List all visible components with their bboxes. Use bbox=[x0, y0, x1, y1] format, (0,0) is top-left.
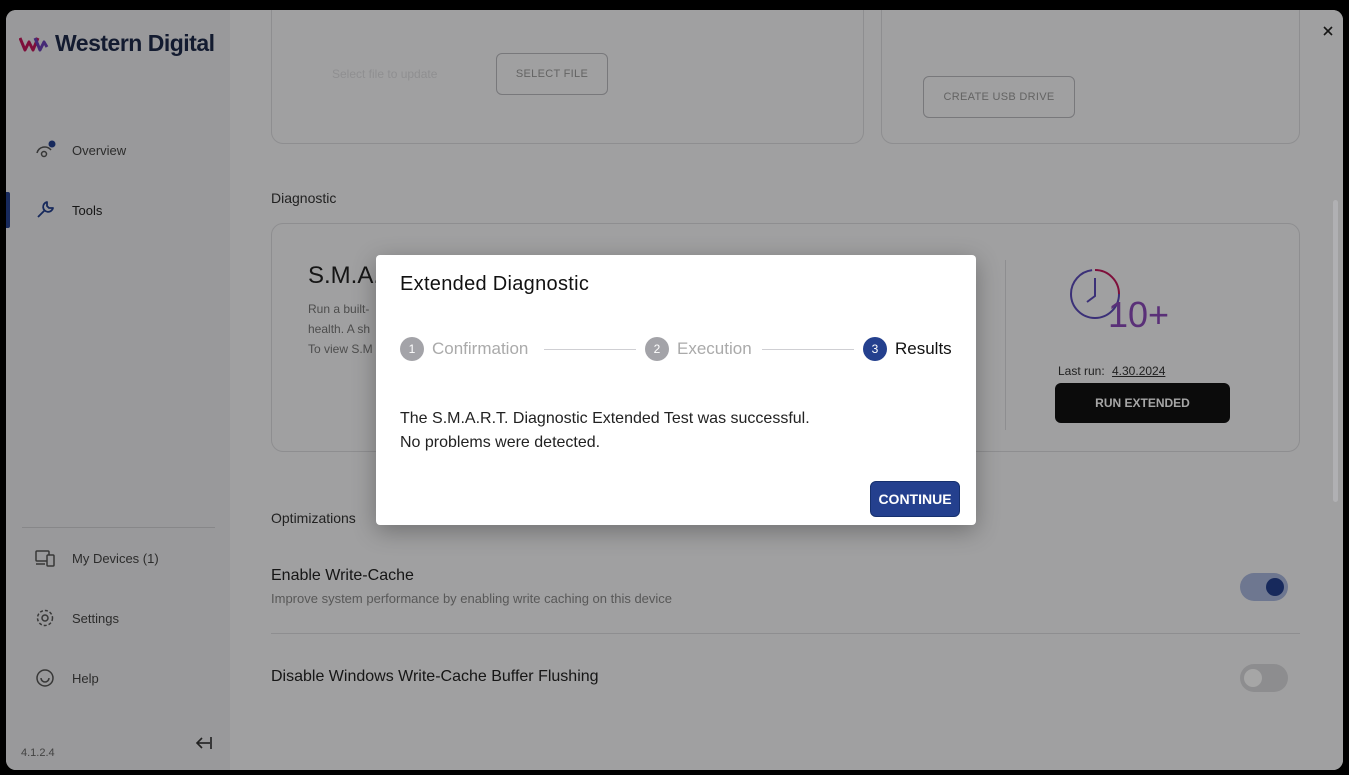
sidebar-item-label: Overview bbox=[72, 142, 127, 158]
step-number: 3 bbox=[863, 337, 887, 361]
row-divider bbox=[271, 633, 1300, 634]
create-usb-drive-button[interactable]: CREATE USB DRIVE bbox=[923, 76, 1075, 118]
sidebar-item-my-devices[interactable]: My Devices (1) bbox=[6, 538, 230, 578]
brand-logo: Western Digital bbox=[19, 30, 215, 57]
gear-icon bbox=[34, 607, 56, 629]
sidebar-item-overview[interactable]: Overview bbox=[6, 130, 230, 170]
sidebar-item-settings[interactable]: Settings bbox=[6, 598, 230, 638]
step-number: 1 bbox=[400, 337, 424, 361]
collapse-arrow-icon bbox=[195, 737, 212, 749]
firmware-card: Select file to update SELECT FILE bbox=[271, 10, 864, 144]
step-connector bbox=[762, 349, 854, 350]
message-line-2: No problems were detected. bbox=[400, 434, 601, 451]
write-cache-title: Enable Write-Cache bbox=[271, 567, 414, 584]
message-line-1: The S.M.A.R.T. Diagnostic Extended Test … bbox=[400, 410, 810, 427]
usb-card: CREATE USB DRIVE bbox=[881, 10, 1300, 144]
main-scrollbar[interactable] bbox=[1333, 200, 1338, 502]
wd-logo-icon bbox=[19, 36, 49, 51]
continue-button[interactable]: CONTINUE bbox=[870, 481, 960, 517]
buffer-flushing-title: Disable Windows Write-Cache Buffer Flush… bbox=[271, 668, 599, 685]
step-connector bbox=[544, 349, 636, 350]
close-icon bbox=[1323, 26, 1333, 36]
toggle-knob bbox=[1244, 669, 1262, 687]
last-run-date-link[interactable]: 4.30.2024 bbox=[1112, 364, 1165, 378]
card-divider bbox=[1005, 260, 1006, 430]
optimizations-section-title: Optimizations bbox=[271, 510, 356, 526]
sidebar-item-help[interactable]: Help bbox=[6, 658, 230, 698]
diagnostic-section-title: Diagnostic bbox=[271, 190, 337, 206]
step-number: 2 bbox=[645, 337, 669, 361]
buffer-flushing-toggle[interactable] bbox=[1240, 664, 1288, 692]
smart-desc-line-1: Run a built- bbox=[308, 302, 370, 316]
sidebar-item-label: Help bbox=[72, 670, 99, 686]
smart-desc-line-2: health. A sh bbox=[308, 322, 371, 336]
sidebar-item-label: Settings bbox=[72, 610, 119, 626]
run-extended-button[interactable]: RUN EXTENDED bbox=[1055, 383, 1230, 423]
smart-desc-line-3: To view S.M bbox=[308, 342, 373, 356]
step-execution: 2 Execution bbox=[645, 337, 752, 361]
sidebar: Western Digital Overview Tools My Device… bbox=[6, 10, 230, 770]
app-version: 4.1.2.4 bbox=[21, 747, 55, 759]
write-cache-description: Improve system performance by enabling w… bbox=[271, 591, 673, 606]
sidebar-item-label: My Devices (1) bbox=[72, 550, 159, 566]
dialog-title: Extended Diagnostic bbox=[400, 273, 590, 295]
sidebar-item-label: Tools bbox=[72, 202, 103, 218]
write-cache-toggle[interactable] bbox=[1240, 573, 1288, 601]
sidebar-item-tools[interactable]: Tools bbox=[6, 190, 230, 230]
firmware-hint: Select file to update bbox=[332, 67, 438, 81]
toggle-knob bbox=[1266, 578, 1284, 596]
dialog-message: The S.M.A.R.T. Diagnostic Extended Test … bbox=[400, 407, 810, 455]
close-button[interactable] bbox=[1317, 20, 1339, 42]
step-label: Execution bbox=[677, 339, 752, 358]
help-icon bbox=[34, 667, 56, 689]
devices-icon bbox=[34, 547, 56, 569]
collapse-sidebar-button[interactable] bbox=[194, 733, 214, 753]
step-label: Results bbox=[895, 339, 952, 358]
brand-name: Western Digital bbox=[55, 30, 215, 56]
step-confirmation: 1 Confirmation bbox=[400, 337, 528, 361]
step-results: 3 Results bbox=[863, 337, 952, 361]
last-run-label: Last run: bbox=[1058, 364, 1105, 378]
select-file-button[interactable]: SELECT FILE bbox=[496, 53, 608, 95]
sidebar-divider bbox=[22, 527, 215, 528]
overview-icon bbox=[34, 139, 56, 161]
wrench-icon bbox=[34, 199, 56, 221]
time-estimate-label: 10+ bbox=[1108, 294, 1170, 335]
smart-card-title: S.M.A. bbox=[308, 262, 381, 289]
step-label: Confirmation bbox=[432, 339, 529, 358]
extended-diagnostic-dialog: Extended Diagnostic 1 Confirmation 2 Exe… bbox=[376, 255, 976, 525]
